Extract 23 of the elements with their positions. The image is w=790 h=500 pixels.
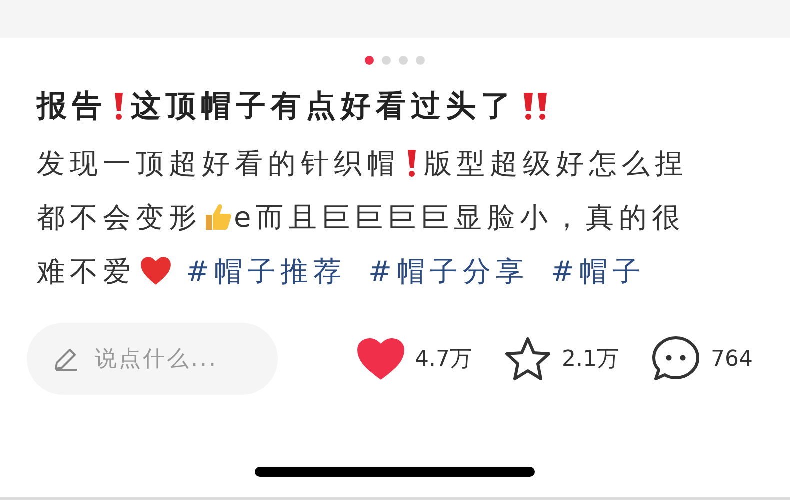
heart-icon bbox=[140, 256, 172, 286]
count-label: 764 bbox=[711, 346, 753, 374]
count-label: 4.7万 bbox=[415, 346, 472, 374]
exclamation-icon bbox=[406, 148, 418, 178]
post-title: 这顶帽子有点好看过头了 bbox=[131, 89, 516, 124]
hashtag-link[interactable]: #帽子分享 bbox=[368, 255, 529, 288]
post-text: 版型超级好怎么捏 bbox=[424, 147, 688, 180]
double-exclamation-icon bbox=[522, 91, 550, 121]
hashtag-link[interactable]: #帽子推荐 bbox=[186, 255, 346, 288]
star-icon[interactable] bbox=[504, 336, 552, 382]
pencil-icon bbox=[53, 346, 79, 372]
post-text: 发现一顶超好看的针织帽 bbox=[37, 147, 400, 180]
thumbs-up-icon bbox=[203, 202, 233, 232]
post-text: 难不爱 bbox=[37, 255, 136, 288]
post-text: 都不会变形 bbox=[37, 201, 202, 234]
hashtag-link[interactable]: #帽子 bbox=[550, 255, 646, 288]
exclamation-icon bbox=[113, 91, 125, 121]
post-text: e而且巨巨巨巨显脸小，真的很 bbox=[234, 201, 686, 234]
count-label: 2.1万 bbox=[562, 346, 619, 374]
comment-field[interactable]: 说点什么... bbox=[27, 323, 278, 395]
heart-icon[interactable] bbox=[357, 338, 405, 380]
comment-icon[interactable] bbox=[651, 335, 701, 383]
post-title: 报告 bbox=[37, 89, 107, 124]
